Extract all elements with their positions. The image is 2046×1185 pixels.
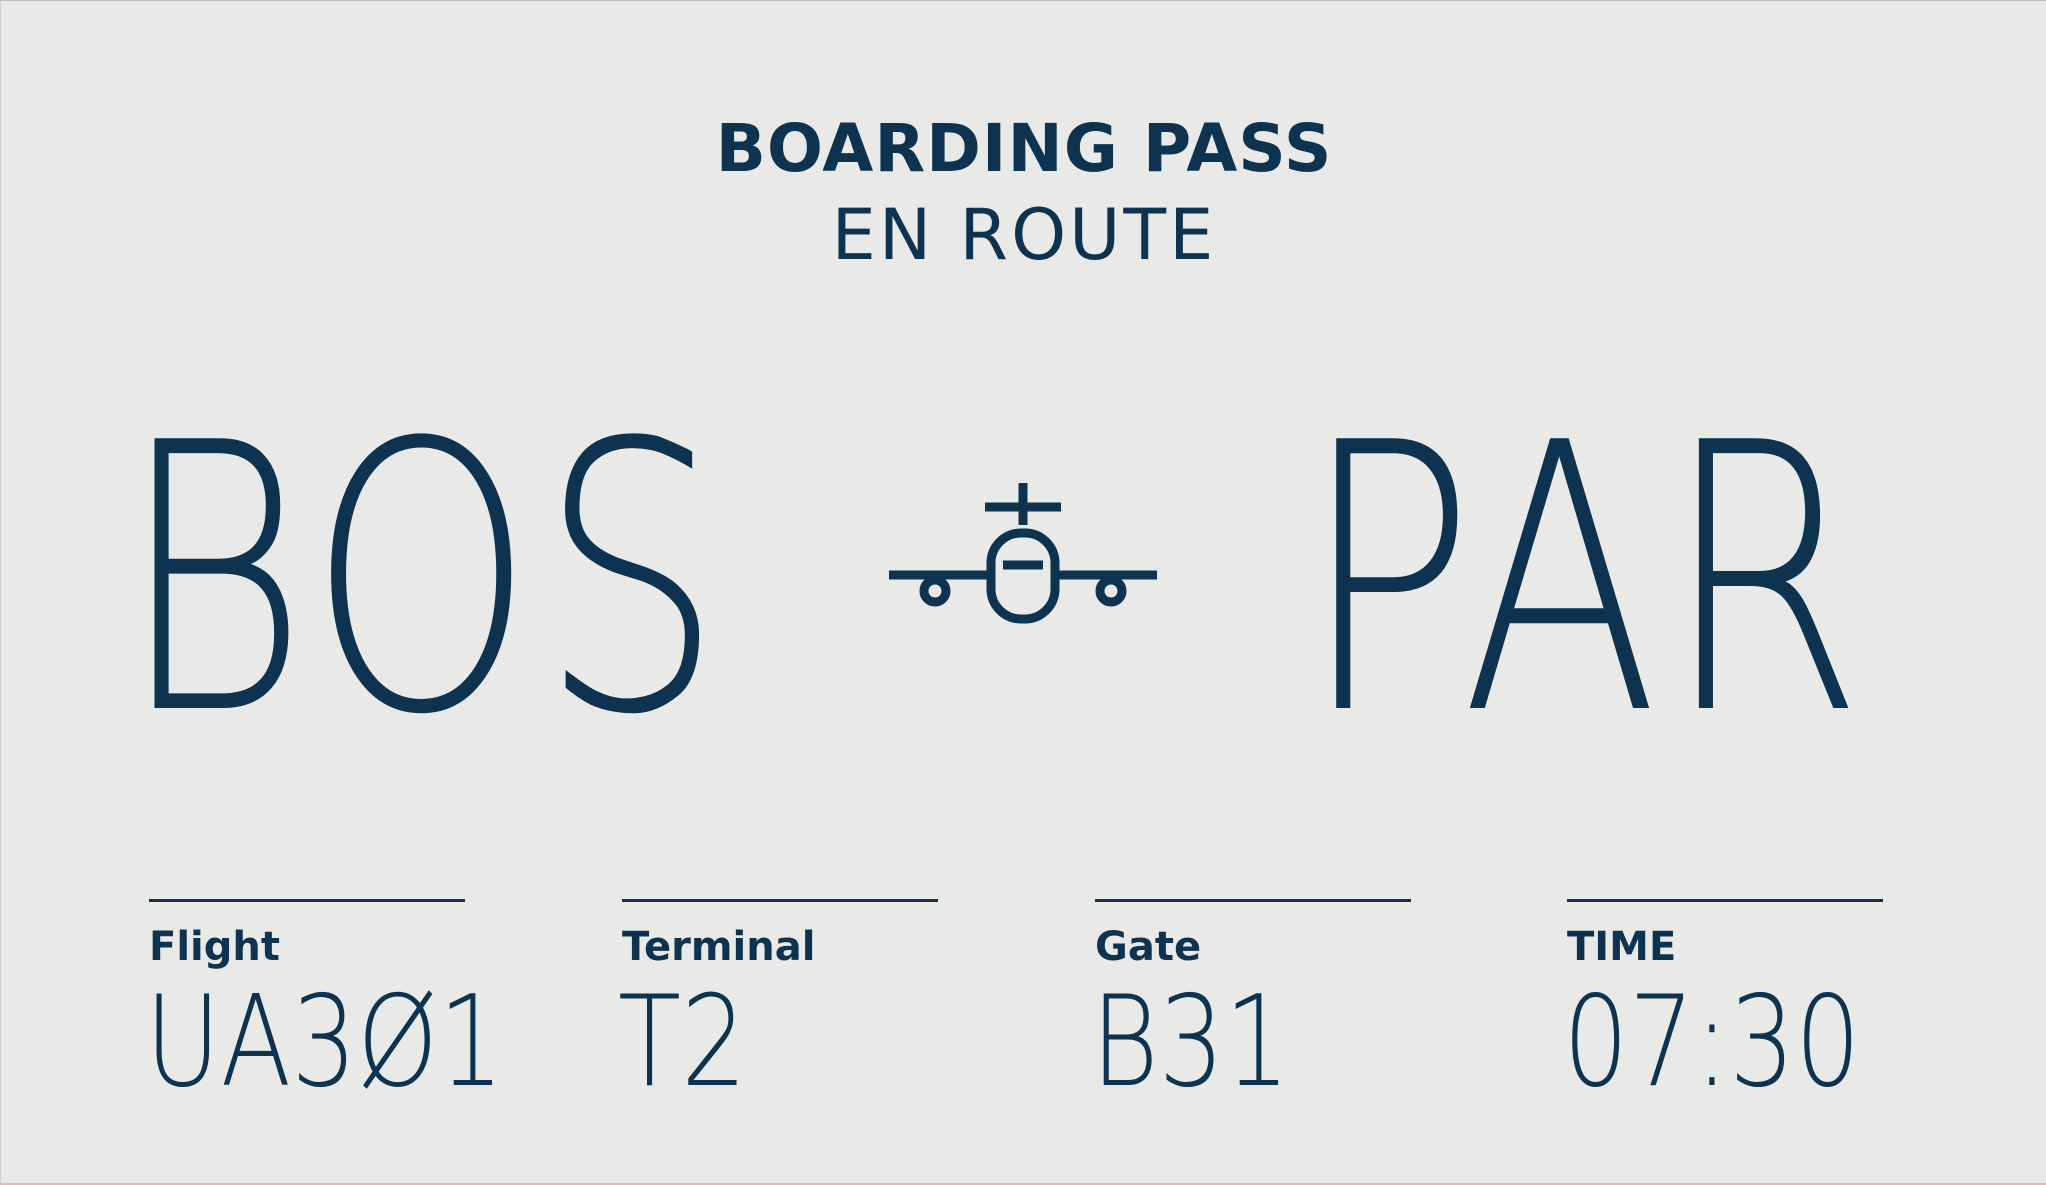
time-label: TIME <box>1567 924 1677 970</box>
flight-label: Flight <box>149 924 280 970</box>
airplane-icon <box>889 483 1157 624</box>
divider <box>1095 899 1411 902</box>
terminal-field: Terminal T2 <box>618 899 938 1107</box>
terminal-value: T2 <box>618 968 747 1115</box>
gate-value: B31 <box>1091 968 1291 1115</box>
gate-label: Gate <box>1095 924 1202 970</box>
time-field: TIME 07:30 <box>1563 899 1883 1107</box>
flight-field: Flight UA3Ø1 <box>145 899 504 1107</box>
divider <box>1567 899 1883 902</box>
flight-number: UA3Ø1 <box>145 968 505 1115</box>
terminal-label: Terminal <box>622 924 816 970</box>
divider <box>622 899 938 902</box>
origin-airport-code: BOS <box>119 366 728 796</box>
departure-time: 07:30 <box>1563 968 1861 1115</box>
boarding-pass-title: BOARDING PASS <box>715 110 1333 187</box>
boarding-pass-card: BOARDING PASS EN ROUTE BOS PAR Flight UA… <box>0 0 2046 1185</box>
destination-airport-code: PAR <box>1301 366 1869 796</box>
flight-status: EN ROUTE <box>831 194 1217 276</box>
divider <box>149 899 465 902</box>
gate-field: Gate B31 <box>1091 899 1411 1107</box>
